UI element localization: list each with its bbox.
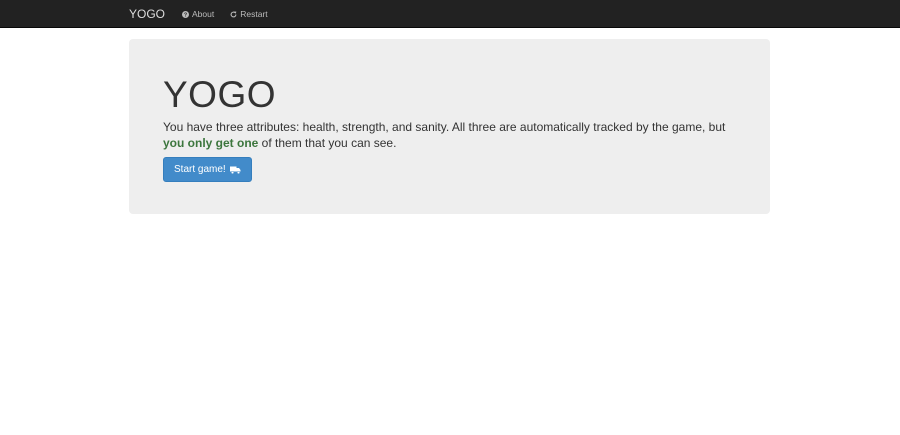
start-game-label: Start game! <box>174 164 226 175</box>
intro-jumbotron: YOGO You have three attributes: health, … <box>129 39 770 214</box>
page-title: YOGO <box>163 74 277 115</box>
description-text-end: of them that you can see. <box>258 136 397 150</box>
about-label: About <box>192 9 215 19</box>
question-circle-icon: ? <box>182 10 190 18</box>
description-highlight: you only get one <box>163 136 259 150</box>
description-text: You have three attributes: health, stren… <box>163 120 726 134</box>
refresh-icon <box>230 10 237 18</box>
navbar-content: YOGO ? About Restart <box>129 0 284 28</box>
start-game-button[interactable]: Start game! <box>163 157 252 182</box>
top-navbar: YOGO ? About Restart <box>0 0 900 28</box>
restart-link[interactable]: Restart <box>230 9 268 19</box>
brand-link[interactable]: YOGO <box>129 7 165 21</box>
restart-label: Restart <box>240 9 268 19</box>
truck-icon <box>229 166 241 174</box>
intro-description: You have three attributes: health, stren… <box>163 119 743 151</box>
about-link[interactable]: ? About <box>182 9 214 19</box>
svg-text:?: ? <box>184 12 187 18</box>
